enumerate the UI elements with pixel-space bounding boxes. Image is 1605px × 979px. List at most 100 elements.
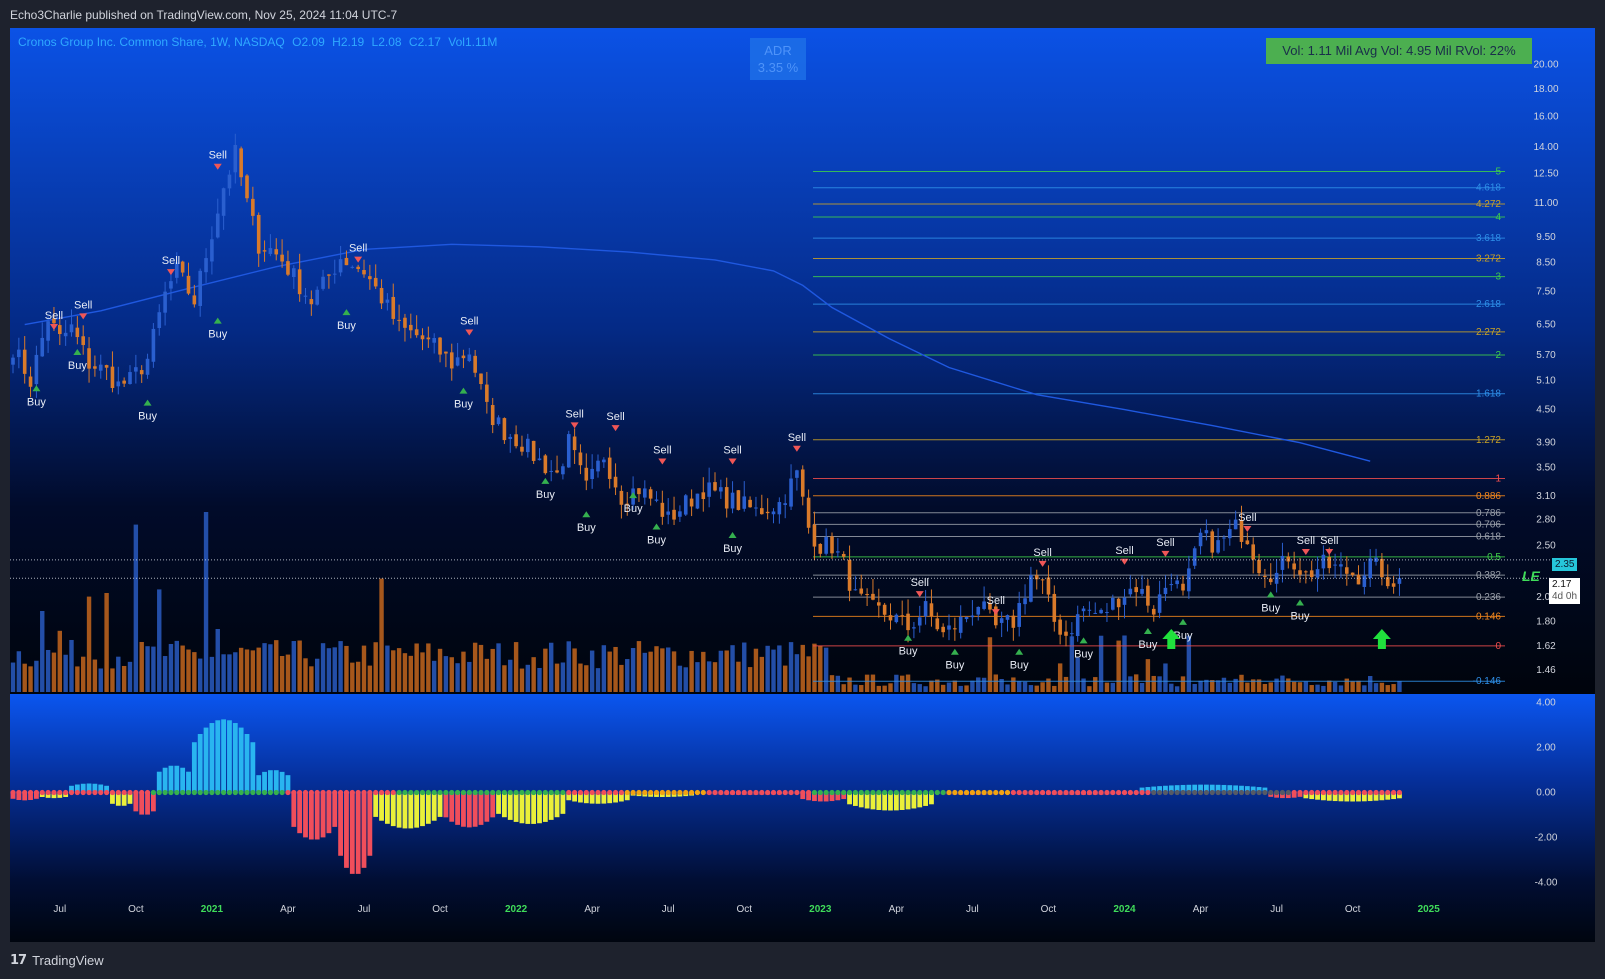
candle-body: [409, 324, 413, 331]
zero-line-dot: [1116, 789, 1122, 796]
volume-bar: [478, 644, 484, 692]
zero-line-dot: [285, 789, 291, 796]
candle-body: [1374, 557, 1378, 562]
candle-body: [338, 259, 343, 273]
volume-bar: [10, 662, 16, 692]
zero-line-dot: [437, 789, 443, 796]
candle-body: [1105, 612, 1109, 614]
volume-bar: [572, 648, 577, 692]
time-tick-label: Jul: [53, 904, 66, 915]
zero-line-dot: [595, 789, 601, 796]
volume-bar: [683, 667, 688, 692]
zero-line-dot: [501, 789, 507, 796]
candle-body: [742, 496, 747, 509]
candle-body: [906, 613, 910, 631]
zero-line-dot: [864, 789, 870, 796]
zero-line-dot: [969, 789, 976, 796]
fib-level-label: -0.146: [1473, 676, 1502, 687]
histogram-bar: [472, 792, 478, 827]
volume-bar: [981, 677, 987, 692]
volume-bar: [420, 652, 425, 692]
time-tick-label: 2022: [505, 904, 528, 915]
candle-body: [736, 490, 741, 510]
fib-level-label: 0: [1495, 641, 1501, 652]
candle-body: [549, 470, 553, 472]
volume-bar: [952, 680, 958, 692]
candle-body: [701, 492, 706, 500]
volume-bar: [695, 662, 700, 692]
price-badge-last: 2.17 4d 0h: [1549, 578, 1581, 604]
zero-line-dot: [455, 789, 461, 796]
zero-line-dot: [1104, 789, 1110, 796]
zero-line-dot: [144, 789, 151, 796]
candle-body: [566, 434, 571, 468]
candle-body: [1397, 578, 1402, 584]
buy-signal-label: Buy: [68, 360, 87, 372]
volume-bar: [712, 662, 718, 692]
volume-bar: [16, 651, 22, 692]
zero-line-dot: [1338, 789, 1344, 796]
sell-signal-label: Sell: [162, 255, 180, 267]
volume-bar: [1309, 685, 1314, 692]
histogram-bar: [227, 720, 232, 793]
volume-bar: [847, 677, 852, 692]
zero-line-dot: [1203, 789, 1209, 796]
zero-line-dot: [572, 789, 578, 796]
volume-bar: [853, 684, 858, 692]
volume-bar: [379, 578, 384, 692]
zero-line-dot: [548, 789, 554, 796]
volume-bar: [69, 639, 74, 692]
zero-line-dot: [917, 789, 923, 796]
zero-line-dot: [16, 789, 22, 796]
volume-bar: [525, 664, 530, 692]
zero-line-dot: [835, 789, 841, 796]
volume-bar: [589, 650, 595, 692]
volume-bar: [607, 651, 612, 692]
adr-label: ADR: [764, 43, 792, 58]
zero-line-dot: [1221, 789, 1227, 796]
volume-bar: [127, 661, 133, 692]
histogram-bar: [502, 792, 507, 818]
volume-bar: [1291, 681, 1297, 692]
candle-body: [666, 511, 670, 515]
zero-line-dot: [519, 789, 525, 796]
zero-line-dot: [694, 789, 701, 796]
candle-body: [853, 589, 858, 591]
candle-body: [882, 604, 887, 615]
price-tick-label: 1.62: [1536, 641, 1556, 652]
volume-bar: [45, 649, 51, 692]
volume-bar: [519, 668, 525, 692]
zero-line-dot: [367, 789, 373, 796]
volume-bar: [964, 685, 969, 692]
volume-bar: [736, 661, 741, 692]
candle-body: [116, 381, 121, 387]
candle-body: [297, 269, 302, 295]
candle-body: [110, 366, 115, 388]
zero-line-dot: [1303, 789, 1309, 796]
zero-line-dot: [273, 789, 279, 796]
zero-line-dot: [74, 789, 80, 796]
histogram-bar: [496, 792, 501, 814]
candle-body: [1204, 530, 1209, 534]
zero-line-dot: [677, 789, 683, 796]
volume-bar: [256, 647, 261, 692]
symbol-legend[interactable]: Cronos Group Inc. Common Share, 1W, NASD…: [18, 35, 501, 49]
histogram-bar: [420, 792, 425, 827]
zero-line-dot: [384, 789, 390, 796]
candle-body: [1339, 564, 1343, 567]
candle-body: [584, 467, 589, 481]
tradingview-brand[interactable]: 17 TradingView: [10, 953, 104, 968]
candle-body: [1257, 559, 1261, 574]
candle-body: [1093, 612, 1098, 614]
volume-bar: [1028, 685, 1034, 692]
fib-level-label: 0.5: [1487, 552, 1501, 563]
volume-bar: [549, 642, 554, 692]
histogram-bar: [145, 792, 150, 815]
buy-signal-label: Buy: [899, 646, 918, 658]
ohlc-open: O2.09: [292, 35, 325, 49]
price-chart[interactable]: 0 0.146 0.236 0.382 0.5 0.6180.7060.786 0.886 1…: [10, 28, 1595, 942]
volume-bar: [841, 684, 846, 692]
candle-body: [332, 273, 337, 275]
zero-line-dot: [174, 789, 180, 796]
zero-line-dot: [770, 789, 777, 796]
